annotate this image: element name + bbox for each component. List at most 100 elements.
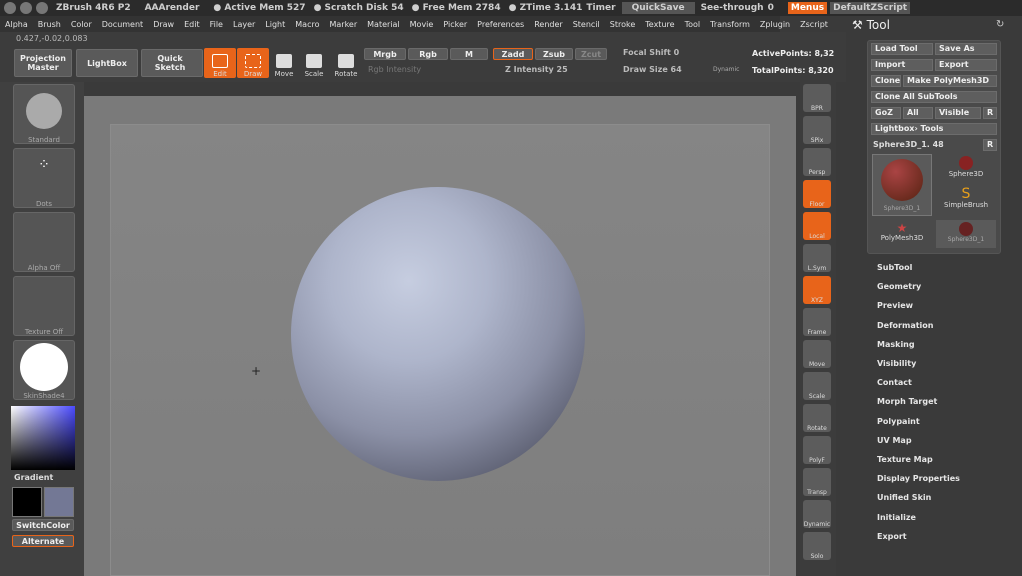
menu-stencil[interactable]: Stencil: [573, 20, 600, 29]
right-tray-xyz[interactable]: XYZ: [803, 276, 831, 304]
menu-draw[interactable]: Draw: [153, 20, 174, 29]
goz-button[interactable]: GoZ: [871, 107, 901, 119]
load-tool-button[interactable]: Load Tool: [871, 43, 933, 55]
main-color-swatch[interactable]: [12, 487, 42, 517]
rotate-button[interactable]: Rotate: [330, 48, 362, 78]
right-tray-scale[interactable]: Scale: [803, 372, 831, 400]
section-export[interactable]: Export: [877, 532, 907, 541]
menu-file[interactable]: File: [210, 20, 223, 29]
menu-zplugin[interactable]: Zplugin: [760, 20, 790, 29]
rgb-button[interactable]: Rgb: [408, 48, 448, 60]
right-tray-solo[interactable]: Solo: [803, 532, 831, 560]
zcut-button[interactable]: Zcut: [575, 48, 607, 60]
section-preview[interactable]: Preview: [877, 301, 913, 310]
tool-title[interactable]: ⚒ Tool: [852, 18, 890, 32]
menu-movie[interactable]: Movie: [410, 20, 434, 29]
right-tray-floor[interactable]: Floor: [803, 180, 831, 208]
clone-all-subtools-button[interactable]: Clone All SubTools: [871, 91, 997, 103]
import-button[interactable]: Import: [871, 59, 933, 71]
section-visibility[interactable]: Visibility: [877, 359, 916, 368]
texture-thumbnail[interactable]: Texture Off: [13, 276, 75, 336]
export-button[interactable]: Export: [935, 59, 997, 71]
refresh-icon[interactable]: ↻: [996, 19, 1004, 30]
r-button-2[interactable]: R: [983, 139, 997, 151]
sphere-model[interactable]: [291, 187, 585, 481]
color-picker[interactable]: [11, 406, 75, 470]
window-button[interactable]: [4, 2, 16, 14]
tool-thumb-sphere3d-1[interactable]: Sphere3D_1: [936, 220, 996, 248]
quick-sketch-button[interactable]: Quick Sketch: [141, 49, 203, 77]
section-initialize[interactable]: Initialize: [877, 513, 916, 522]
mrgb-button[interactable]: Mrgb: [364, 48, 406, 60]
window-button[interactable]: [36, 2, 48, 14]
menu-marker[interactable]: Marker: [329, 20, 357, 29]
section-morph-target[interactable]: Morph Target: [877, 397, 937, 406]
menu-preferences[interactable]: Preferences: [477, 20, 524, 29]
right-tray-dynamic[interactable]: Dynamic: [803, 500, 831, 528]
lightbox-button[interactable]: LightBox: [76, 49, 138, 77]
menu-picker[interactable]: Picker: [443, 20, 467, 29]
r-button[interactable]: R: [983, 107, 997, 119]
menu-macro[interactable]: Macro: [295, 20, 319, 29]
move-button[interactable]: Move: [268, 48, 300, 78]
right-tray-move[interactable]: Move: [803, 340, 831, 368]
stroke-thumbnail[interactable]: ⁘ Dots: [13, 148, 75, 208]
right-tray-polyf[interactable]: PolyF: [803, 436, 831, 464]
menu-layer[interactable]: Layer: [233, 20, 255, 29]
tool-thumb-polymesh[interactable]: ★ PolyMesh3D: [872, 222, 932, 242]
menu-light[interactable]: Light: [265, 20, 285, 29]
menu-edit[interactable]: Edit: [184, 20, 200, 29]
section-deformation[interactable]: Deformation: [877, 321, 933, 330]
focal-shift-slider[interactable]: Focal Shift 0: [623, 48, 679, 57]
zadd-button[interactable]: Zadd: [493, 48, 533, 60]
z-intensity-slider[interactable]: Z Intensity 25: [505, 65, 568, 74]
see-through-slider[interactable]: See-through: [701, 3, 764, 13]
menu-zscript[interactable]: Zscript: [800, 20, 828, 29]
save-as-button[interactable]: Save As: [935, 43, 997, 55]
section-unified-skin[interactable]: Unified Skin: [877, 493, 931, 502]
section-geometry[interactable]: Geometry: [877, 282, 921, 291]
alpha-thumbnail[interactable]: Alpha Off: [13, 212, 75, 272]
menu-brush[interactable]: Brush: [38, 20, 61, 29]
section-polypaint[interactable]: Polypaint: [877, 417, 920, 426]
menu-tool[interactable]: Tool: [685, 20, 701, 29]
brush-thumbnail[interactable]: Standard: [13, 84, 75, 144]
section-display-properties[interactable]: Display Properties: [877, 474, 960, 483]
alternate-button[interactable]: Alternate: [12, 535, 74, 547]
section-subtool[interactable]: SubTool: [877, 263, 912, 272]
menu-stroke[interactable]: Stroke: [610, 20, 636, 29]
edit-button[interactable]: Edit: [204, 48, 236, 78]
menu-alpha[interactable]: Alpha: [5, 20, 28, 29]
rgb-intensity-slider[interactable]: Rgb Intensity: [368, 65, 421, 74]
window-button[interactable]: [20, 2, 32, 14]
visible-button[interactable]: Visible: [935, 107, 981, 119]
right-tray-local[interactable]: Local: [803, 212, 831, 240]
menu-transform[interactable]: Transform: [710, 20, 750, 29]
m-button[interactable]: M: [450, 48, 488, 60]
menu-material[interactable]: Material: [367, 20, 400, 29]
menu-document[interactable]: Document: [102, 20, 143, 29]
secondary-color-swatch[interactable]: [44, 487, 74, 517]
section-contact[interactable]: Contact: [877, 378, 912, 387]
gradient-label[interactable]: Gradient: [14, 473, 53, 482]
tool-thumb-simplebrush[interactable]: S SimpleBrush: [940, 187, 992, 209]
right-tray-transp[interactable]: Transp: [803, 468, 831, 496]
menu-texture[interactable]: Texture: [645, 20, 674, 29]
draw-button[interactable]: Draw: [237, 48, 269, 78]
lightbox-tools-button[interactable]: Lightbox› Tools: [871, 123, 997, 135]
projection-master-button[interactable]: Projection Master: [14, 49, 72, 77]
make-polymesh-button[interactable]: Make PolyMesh3D: [903, 75, 997, 87]
all-button[interactable]: All: [903, 107, 933, 119]
section-texture-map[interactable]: Texture Map: [877, 455, 933, 464]
tool-thumb-main[interactable]: Sphere3D_1: [872, 154, 932, 216]
section-masking[interactable]: Masking: [877, 340, 915, 349]
dynamic-button[interactable]: Dynamic: [713, 66, 739, 73]
right-tray-bpr[interactable]: BPR: [803, 84, 831, 112]
menu-color[interactable]: Color: [71, 20, 92, 29]
menu-render[interactable]: Render: [534, 20, 562, 29]
menus-button[interactable]: Menus: [787, 2, 828, 14]
draw-size-slider[interactable]: Draw Size 64: [623, 65, 682, 74]
clone-button[interactable]: Clone: [871, 75, 901, 87]
right-tray-frame[interactable]: Frame: [803, 308, 831, 336]
section-uv-map[interactable]: UV Map: [877, 436, 912, 445]
